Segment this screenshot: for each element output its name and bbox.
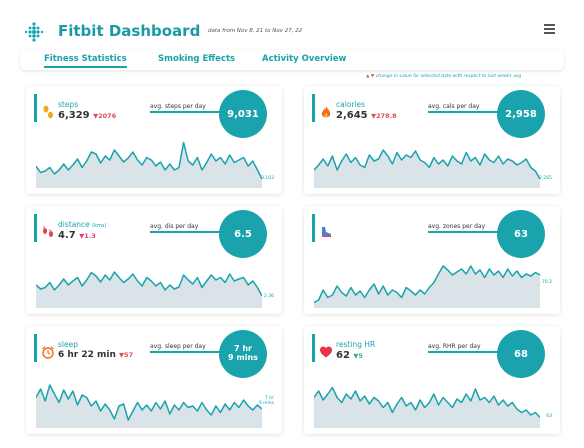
last-value: 2,265	[539, 176, 552, 181]
metric-value: 62 ▼5	[336, 350, 363, 361]
sparkline-chart	[314, 265, 540, 308]
sparkline-area	[314, 387, 540, 428]
up-arrow-icon: ▲	[366, 74, 370, 79]
sparkline-chart	[36, 141, 262, 188]
metric-value: 4.7 ▼1.3	[58, 230, 96, 241]
metric-unit: (kms)	[92, 223, 107, 229]
last-value: 3,103	[261, 176, 274, 181]
dashboard-page: Fitbit Dashboard data from Nov 8, 21 to …	[0, 0, 584, 448]
avg-label: avg. sleep per day	[150, 343, 230, 353]
footprints-icon	[43, 105, 53, 119]
avg-label: avg. steps per day	[150, 103, 230, 113]
card-resting-hr: resting HR 62 ▼5 avg. RHR per day 68 63	[304, 326, 560, 434]
metric-label: resting HR	[336, 340, 376, 349]
card-accent	[34, 334, 37, 362]
alarm-clock-icon	[42, 346, 54, 359]
card-accent	[34, 214, 37, 242]
metric-value: 2,645 ▼278.8	[336, 110, 397, 121]
avg-value-bubble: 6.5	[219, 210, 267, 258]
avg-value-bubble: 7 hr 9 mins	[219, 330, 267, 378]
card-steps: steps 6,329 ▼2076 avg. steps per day 9,0…	[26, 86, 282, 194]
tab-bar: Fitness Statistics Smoking Effects Activ…	[20, 50, 564, 70]
avg-label: avg. cals per day	[428, 103, 508, 113]
metric-label: sleep	[58, 340, 78, 349]
last-value: 70.2	[541, 280, 552, 285]
footsteps-icon	[43, 226, 53, 237]
card-accent	[34, 94, 37, 122]
header: Fitbit Dashboard data from Nov 8, 21 to …	[0, 0, 584, 48]
card-distance: distance (kms) 4.7 ▼1.3 avg. dis per day…	[26, 206, 282, 314]
tab-fitness-statistics[interactable]: Fitness Statistics	[44, 54, 127, 68]
metric-delta: 2076	[98, 112, 117, 120]
card-calories: calories 2,645 ▼278.8 avg. cals per day …	[304, 86, 560, 194]
sparkline-chart	[314, 149, 540, 188]
sparkline-chart	[36, 271, 262, 308]
flame-icon	[321, 106, 331, 118]
card-accent	[312, 214, 315, 242]
avg-value-bubble: 63	[497, 210, 545, 258]
last-value: 63	[546, 414, 552, 419]
sparkline-area	[36, 385, 262, 428]
metric-value: 6,329 ▼2076	[58, 110, 117, 121]
card-zones: avg. zones per day 63 70.2	[304, 206, 560, 314]
metric-delta: 1.3	[84, 232, 96, 240]
metric-delta: 278.8	[376, 112, 397, 120]
sparkline-chart	[36, 384, 262, 428]
last-value: 7 hr 9 mins	[258, 396, 274, 406]
date-range-subtitle: data from Nov 8, 21 to Nov 27, 22	[208, 28, 303, 34]
metric-value: 6 hr 22 min ▼57	[58, 350, 134, 360]
metric-delta: 57	[124, 351, 134, 359]
card-accent	[312, 94, 315, 122]
avg-label: avg. dis per day	[150, 223, 230, 233]
tab-smoking-effects[interactable]: Smoking Effects	[158, 54, 235, 64]
card-accent	[312, 334, 315, 362]
page-title: Fitbit Dashboard	[58, 22, 201, 40]
avg-label: avg. RHR per day	[428, 343, 508, 353]
running-shoe-icon	[322, 227, 331, 237]
metric-label: steps	[58, 100, 79, 109]
avg-label: avg. zones per day	[428, 223, 508, 233]
metric-label: calories	[336, 100, 366, 109]
hamburger-menu-icon[interactable]	[544, 24, 555, 36]
avg-value-bubble: 2,958	[497, 90, 545, 138]
down-arrow-icon: ▼	[370, 74, 375, 79]
sparkline-chart	[314, 386, 540, 428]
metric-label: distance (kms)	[58, 220, 107, 229]
sparkline-area	[36, 142, 262, 188]
last-value: 2.36	[263, 294, 274, 299]
heart-icon	[320, 346, 332, 358]
fitbit-dots-icon	[24, 22, 44, 42]
metric-delta: 5	[358, 352, 363, 360]
tab-activity-overview[interactable]: Activity Overview	[262, 54, 346, 64]
change-legend: ▲ ▼ change in value for selected date wi…	[366, 74, 521, 79]
legend-text: change in value for selected date with r…	[375, 74, 522, 79]
avg-value-bubble: 68	[497, 330, 545, 378]
avg-value-bubble: 9,031	[219, 90, 267, 138]
card-sleep: sleep 6 hr 22 min ▼57 avg. sleep per day…	[26, 326, 282, 434]
